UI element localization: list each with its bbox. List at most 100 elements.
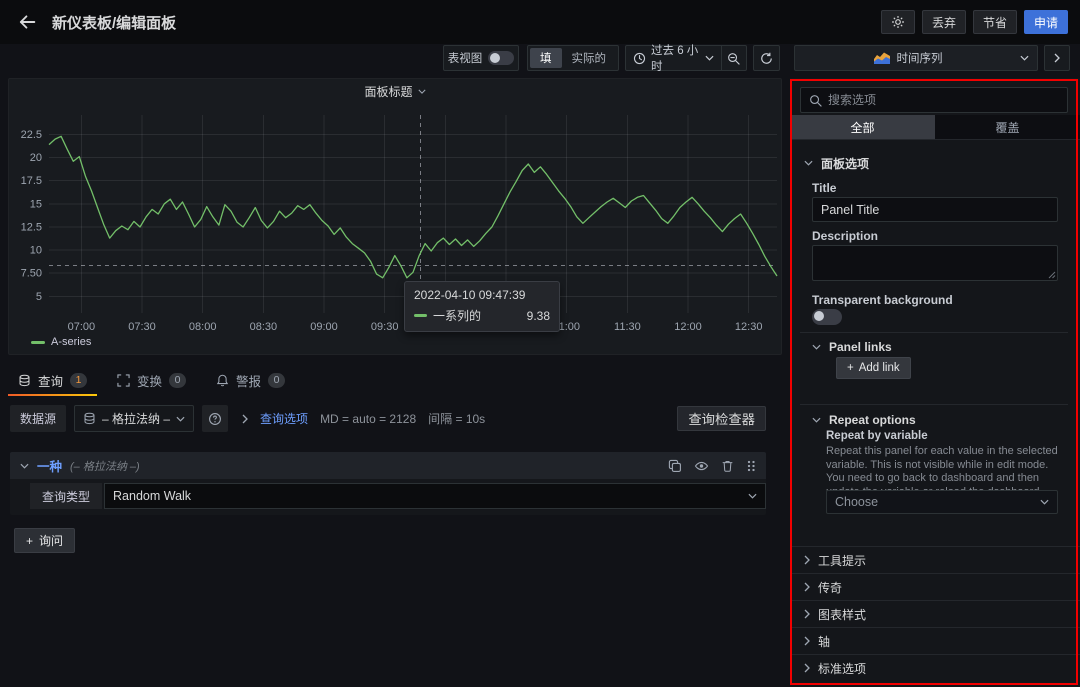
chevron-down-icon	[812, 417, 821, 423]
gear-icon	[891, 15, 905, 29]
section-标准选项[interactable]: 标准选项	[790, 654, 1080, 681]
options-tabs: 全部 覆盖	[790, 115, 1080, 140]
back-button[interactable]	[14, 9, 40, 35]
chart-legend[interactable]: A-series	[31, 336, 91, 348]
size-mode-segmented: 填 实际的	[527, 45, 619, 71]
header-actions: 丢弃 节省 申请	[881, 10, 1068, 34]
duplicate-query-icon[interactable]	[668, 459, 682, 473]
query-type-select[interactable]: Random Walk	[104, 483, 766, 509]
fill-option[interactable]: 填	[530, 48, 562, 68]
database-icon	[83, 412, 96, 425]
editor-tab-查询[interactable]: 查询 1	[8, 366, 97, 396]
drag-handle-icon[interactable]	[746, 459, 756, 473]
zoom-out-time-button[interactable]	[721, 46, 746, 70]
settings-button[interactable]	[881, 10, 915, 34]
tab-label: 警报	[236, 371, 261, 390]
svg-text:07:30: 07:30	[128, 321, 156, 333]
legend-swatch	[31, 341, 45, 344]
tab-label: 查询	[38, 371, 63, 390]
section-panel-options[interactable]: 面板选项	[790, 150, 1080, 176]
discard-button[interactable]: 丢弃	[922, 10, 966, 34]
query-ref-id[interactable]: 一种	[37, 456, 62, 475]
timeseries-chart[interactable]: 22.52017.51512.5107.50507:0007:3008:0008…	[9, 103, 783, 343]
actual-option[interactable]: 实际的	[562, 48, 617, 68]
page-title: 新仪表板/编辑面板	[52, 12, 176, 33]
magnifier-minus-icon	[727, 52, 740, 65]
transparent-bg-switch[interactable]	[812, 309, 842, 325]
svg-text:17.5: 17.5	[21, 175, 42, 187]
svg-text:09:00: 09:00	[310, 321, 338, 333]
interval-meta: 间隔 = 10s	[428, 410, 485, 427]
time-range-picker[interactable]: 过去 6 小时	[626, 46, 721, 70]
editor-tab-警报[interactable]: 警报 0	[206, 366, 295, 396]
delete-query-trash-icon[interactable]	[721, 459, 734, 473]
title-field-label: Title	[812, 181, 836, 195]
section-label: 工具提示	[818, 552, 866, 569]
query-type-label: 查询类型	[30, 483, 102, 509]
add-link-button[interactable]: + Add link	[836, 357, 911, 379]
chart-tooltip: 2022-04-10 09:47:39 一系列的 9.38	[404, 281, 560, 332]
collapse-options-pane-button[interactable]	[1044, 45, 1070, 71]
chevron-right-icon	[804, 663, 810, 673]
svg-text:5: 5	[36, 291, 42, 303]
tab-label: 变换	[137, 371, 162, 390]
tooltip-value: 9.38	[527, 309, 550, 323]
section-传奇[interactable]: 传奇	[790, 573, 1080, 600]
add-query-button[interactable]: + 询问	[14, 528, 75, 553]
divider	[800, 404, 1068, 405]
query-row-datasource: (– 格拉法纳 –)	[70, 458, 140, 474]
editor-tab-变换[interactable]: 变换 0	[107, 366, 196, 396]
section-图表样式[interactable]: 图表样式	[790, 600, 1080, 627]
query-row: 一种 (– 格拉法纳 –) 查询类型 Random Walk	[10, 452, 766, 515]
table-view-toggle-group: 表视图	[443, 45, 519, 71]
options-search-input[interactable]	[828, 93, 1059, 107]
tab-all[interactable]: 全部	[790, 115, 935, 139]
transparent-bg-label: Transparent background	[812, 293, 953, 307]
panel-description-textarea[interactable]	[812, 245, 1058, 281]
refresh-icon	[760, 52, 773, 65]
query-inspector-button[interactable]: 查询检查器	[677, 406, 766, 431]
query-row-body: 查询类型 Random Walk	[10, 479, 766, 515]
repeat-by-variable-label: Repeat by variable	[826, 430, 928, 442]
question-circle-icon	[208, 412, 222, 426]
query-row-header[interactable]: 一种 (– 格拉法纳 –)	[10, 452, 766, 479]
chevron-down-icon	[1040, 499, 1049, 505]
datasource-picker[interactable]: – 格拉法纳 –	[74, 405, 194, 432]
section-工具提示[interactable]: 工具提示	[790, 546, 1080, 573]
tooltip-series-swatch	[414, 314, 427, 317]
svg-text:10: 10	[30, 245, 42, 257]
apply-button[interactable]: 申请	[1024, 10, 1068, 34]
panel-header-menu[interactable]: 面板标题	[9, 79, 781, 103]
datasource-label: 数据源	[10, 405, 66, 432]
chevron-down-icon	[748, 493, 757, 499]
query-toolbar: 数据源 – 格拉法纳 – 查询选项 MD = auto = 2128 间隔 = …	[10, 405, 766, 432]
repeat-variable-select[interactable]: Choose	[826, 490, 1058, 514]
options-search[interactable]	[800, 87, 1068, 113]
query-row-actions	[668, 459, 756, 473]
visualization-picker[interactable]: 时间序列	[794, 45, 1038, 71]
section-轴[interactable]: 轴	[790, 627, 1080, 654]
refresh-button[interactable]	[753, 45, 780, 71]
query-options-link[interactable]: 查询选项	[260, 410, 308, 427]
chevron-right-icon	[242, 414, 248, 424]
svg-text:09:30: 09:30	[371, 321, 399, 333]
svg-text:12.5: 12.5	[21, 222, 42, 234]
datasource-help-button[interactable]	[202, 405, 228, 432]
clock-icon	[633, 52, 646, 65]
section-label: 轴	[818, 633, 830, 650]
save-button[interactable]: 节省	[973, 10, 1017, 34]
hide-query-eye-icon[interactable]	[694, 459, 709, 473]
section-label: 图表样式	[818, 606, 866, 623]
tab-overrides[interactable]: 覆盖	[935, 115, 1080, 139]
visualization-name: 时间序列	[897, 50, 943, 66]
chevron-down-icon	[176, 416, 185, 422]
panel-title-input[interactable]	[812, 197, 1058, 222]
svg-text:7.50: 7.50	[21, 268, 42, 280]
collapsed-sections: 工具提示 传奇 图表样式 轴 标准选项	[790, 546, 1080, 681]
section-label: 标准选项	[818, 660, 866, 677]
table-view-switch[interactable]	[488, 51, 514, 65]
tab-count-badge: 1	[70, 373, 87, 388]
section-label: 传奇	[818, 579, 842, 596]
chevron-down-icon	[1020, 55, 1029, 61]
section-panel-links[interactable]: Panel links	[790, 334, 1080, 360]
